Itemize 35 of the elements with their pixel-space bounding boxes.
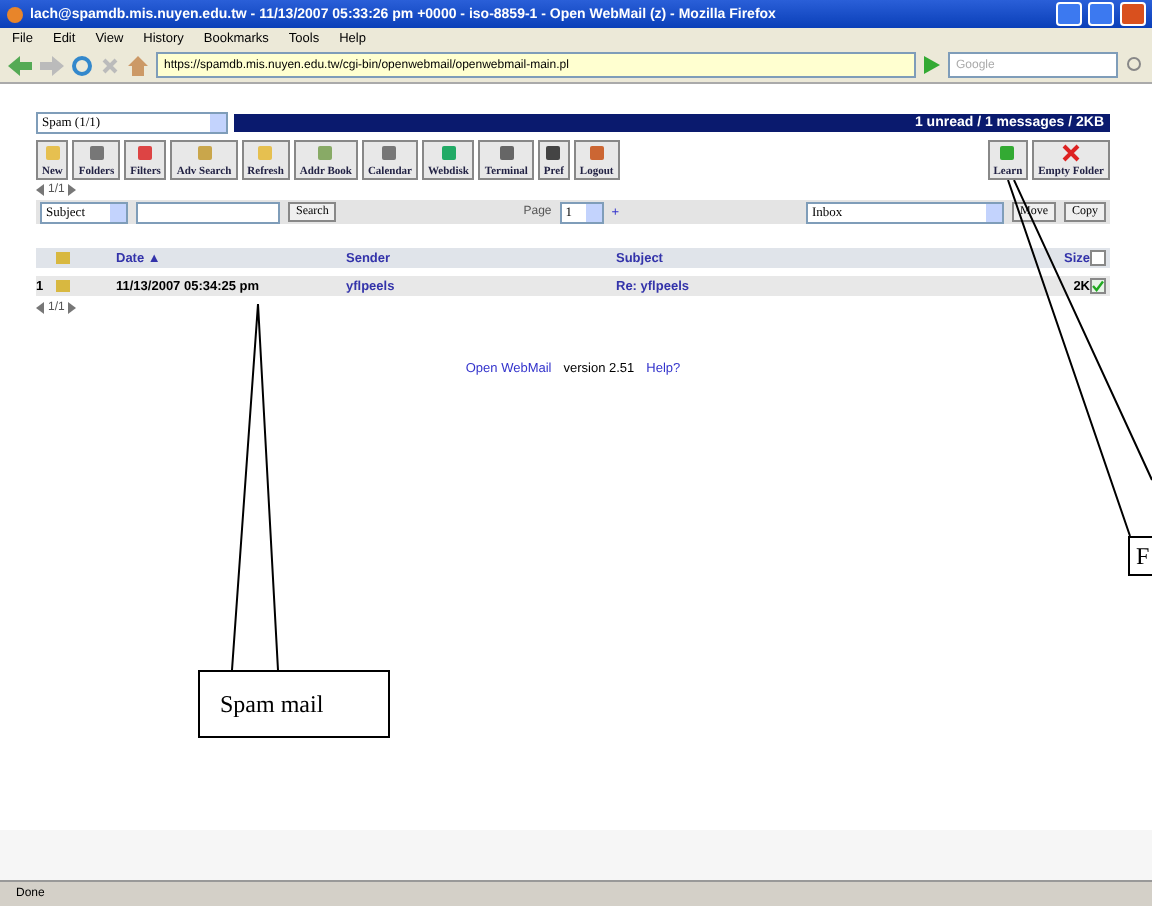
forward-icon[interactable] xyxy=(40,55,64,75)
toolbar-icon xyxy=(587,144,606,162)
next-arrow-icon[interactable] xyxy=(68,184,77,196)
toolbar-icon xyxy=(43,144,62,162)
back-icon[interactable] xyxy=(8,55,32,75)
row-checkbox[interactable] xyxy=(1090,278,1106,294)
home-icon[interactable] xyxy=(128,55,148,75)
maximize-button[interactable] xyxy=(1088,2,1114,26)
folder-icon xyxy=(56,252,70,264)
minimize-button[interactable] xyxy=(1056,2,1082,26)
toolbar-icon xyxy=(87,144,106,162)
stop-icon[interactable] xyxy=(100,55,120,75)
callout-label: Spam mail xyxy=(198,670,390,738)
search-input[interactable] xyxy=(136,201,280,223)
close-button[interactable] xyxy=(1120,2,1146,26)
toolbar-icon xyxy=(316,144,335,162)
select-all-checkbox[interactable] xyxy=(1090,250,1106,266)
toolbar-icon xyxy=(380,144,399,162)
browser-icon xyxy=(6,5,24,23)
prev-arrow-icon[interactable] xyxy=(36,184,44,196)
go-icon[interactable] xyxy=(924,56,940,74)
toolbar-icon xyxy=(136,144,155,162)
prev-arrow-icon[interactable] xyxy=(36,302,44,314)
reload-icon[interactable] xyxy=(72,55,92,75)
callout-label: F xyxy=(1128,536,1152,576)
toolbar-icon xyxy=(439,144,458,162)
next-arrow-icon[interactable] xyxy=(68,302,77,314)
toolbar-icon xyxy=(544,144,563,162)
envelope-icon xyxy=(56,280,70,292)
toolbar-icon xyxy=(497,144,516,162)
cross-icon xyxy=(1062,144,1081,162)
toolbar-icon xyxy=(256,144,275,162)
toolbar-icon xyxy=(998,144,1017,162)
toolbar-icon xyxy=(195,144,214,162)
search-icon[interactable] xyxy=(1126,56,1144,74)
